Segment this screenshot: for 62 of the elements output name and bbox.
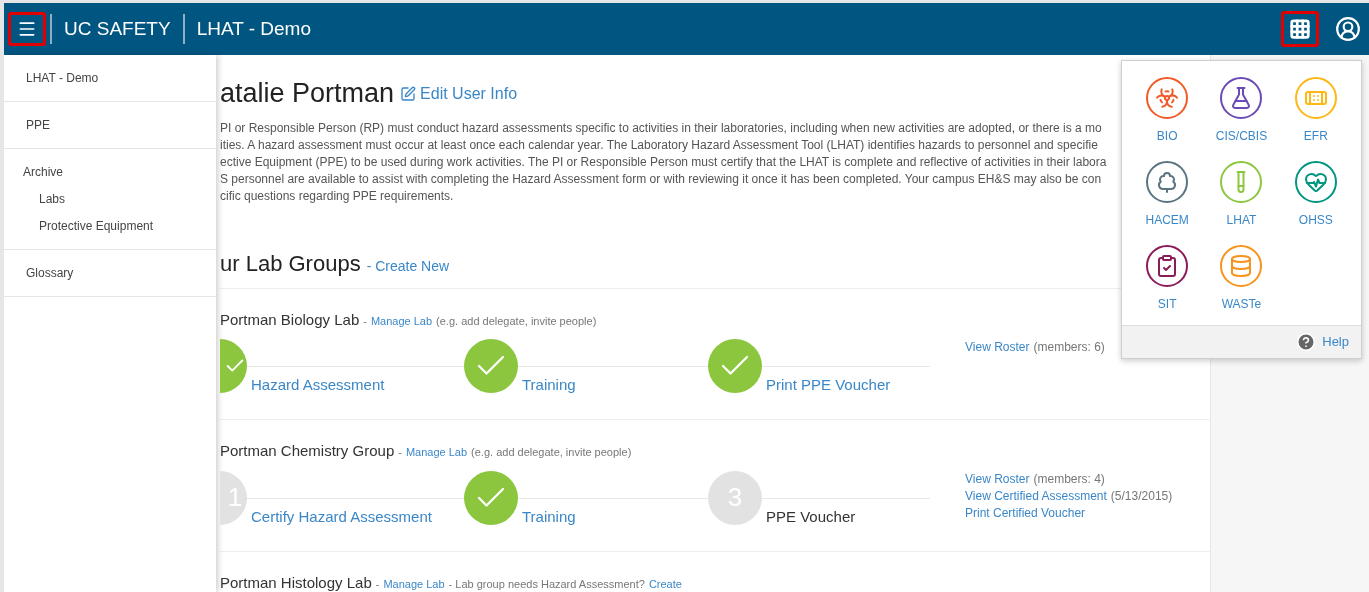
- apps-button[interactable]: [1281, 11, 1319, 47]
- app-launcher-item[interactable]: CIS/CBIS: [1204, 77, 1279, 145]
- menu-button[interactable]: [8, 12, 46, 46]
- text-link[interactable]: Manage Lab: [370, 312, 433, 329]
- side-menu-subitem[interactable]: Labs: [4, 189, 216, 209]
- side-menu-subitem[interactable]: Protective Equipment: [4, 216, 216, 236]
- side-menu-item[interactable]: LHAT - Demo: [4, 68, 216, 88]
- step-link[interactable]: Print PPE Voucher: [766, 376, 891, 393]
- note-text: -: [375, 576, 380, 592]
- step-link[interactable]: Certify Hazard Assessment: [251, 507, 432, 525]
- brand-title: UC SAFETY: [63, 16, 172, 41]
- side-menu-item[interactable]: Glossary: [4, 263, 216, 283]
- edit-user-link[interactable]: Edit User Info: [400, 82, 518, 106]
- section-title: ur Lab Groups: [220, 249, 361, 278]
- note-text: (5/13/2015): [1110, 487, 1173, 505]
- create-new-link[interactable]: - Create New: [366, 255, 450, 277]
- menu-icon: [17, 19, 37, 39]
- barrel-icon: [1229, 254, 1254, 278]
- lab-name: Portman Chemistry Group: [220, 441, 395, 461]
- note-text: (e.g. add delegate, invite people): [436, 313, 597, 329]
- text-link[interactable]: Create: [648, 575, 682, 592]
- step-link[interactable]: Training: [522, 376, 576, 393]
- text-link[interactable]: Print Certified Voucher: [965, 504, 1086, 522]
- user-icon[interactable]: [1335, 16, 1361, 42]
- user-name: atalie Portman: [220, 77, 395, 110]
- note-text: (e.g. add delegate, invite people): [471, 445, 632, 460]
- app-title: LHAT - Demo: [195, 16, 312, 41]
- intro-text-line: PI or Responsible Person (RP) must conduct hazard assessments specific to activities in their laboratories, including when new activities are adopted, or there is a mo: [220, 119, 1102, 137]
- note-text: -: [363, 313, 367, 329]
- app-launcher-item[interactable]: EFR: [1278, 77, 1353, 145]
- app-launcher-item[interactable]: OHSS: [1278, 161, 1353, 229]
- text-link[interactable]: View Certified Assessment: [965, 487, 1107, 505]
- step-label: PPE Voucher: [766, 507, 856, 525]
- note-text: -: [398, 445, 402, 460]
- app-launcher-item[interactable]: BIO: [1130, 77, 1205, 145]
- intro-text-line: ities. A hazard assessment must occur at least once each calendar year. The Laboratory Hazard Assessment Tool (LHAT) identifies hazards to personnel and specifie: [220, 136, 1098, 154]
- lab-name: Portman Biology Lab: [220, 309, 360, 330]
- text-link[interactable]: Manage Lab: [405, 444, 468, 461]
- text-link[interactable]: View Roster: [965, 339, 1030, 356]
- intro-text-line: cific questions regarding PPE requirements.: [220, 187, 454, 205]
- help-icon: [1296, 332, 1317, 352]
- note-text: (members: 6): [1033, 339, 1105, 356]
- side-menu-item[interactable]: Archive: [4, 162, 216, 182]
- biohazard-icon: [1155, 86, 1180, 110]
- side-menu-item[interactable]: PPE: [4, 115, 216, 135]
- note-text: - Lab group needs Hazard Assessment?: [448, 576, 645, 592]
- help-link[interactable]: Help: [1322, 332, 1349, 352]
- intro-text-line: S personnel are available to assist with completing the Hazard Assessment form or with reviewing it once it has been completed. Your campus EH&S may also be con: [220, 170, 1102, 188]
- text-link[interactable]: Manage Lab: [383, 575, 445, 592]
- text-link[interactable]: View Roster: [965, 470, 1030, 488]
- step-link[interactable]: Hazard Assessment: [251, 376, 385, 393]
- app-launcher-item[interactable]: HACEM: [1130, 161, 1205, 229]
- step-link[interactable]: Training: [522, 507, 576, 525]
- heart-pulse-icon: [1303, 170, 1328, 194]
- app-launcher-item[interactable]: LHAT: [1204, 161, 1279, 229]
- app-launcher-item[interactable]: WASTe: [1204, 245, 1279, 313]
- intro-text-line: ective Equipment (PPE) to be used during work activities. The PI or Responsible Person must certify that the LHAT is complete and reflective of activities in their labora: [220, 153, 1107, 171]
- note-text: (members: 4): [1033, 470, 1105, 488]
- lab-name: Portman Histology Lab: [220, 572, 372, 592]
- app-launcher-item[interactable]: SIT: [1130, 245, 1205, 313]
- edit-icon: [400, 86, 417, 102]
- apps-grid-icon: [1289, 18, 1311, 40]
